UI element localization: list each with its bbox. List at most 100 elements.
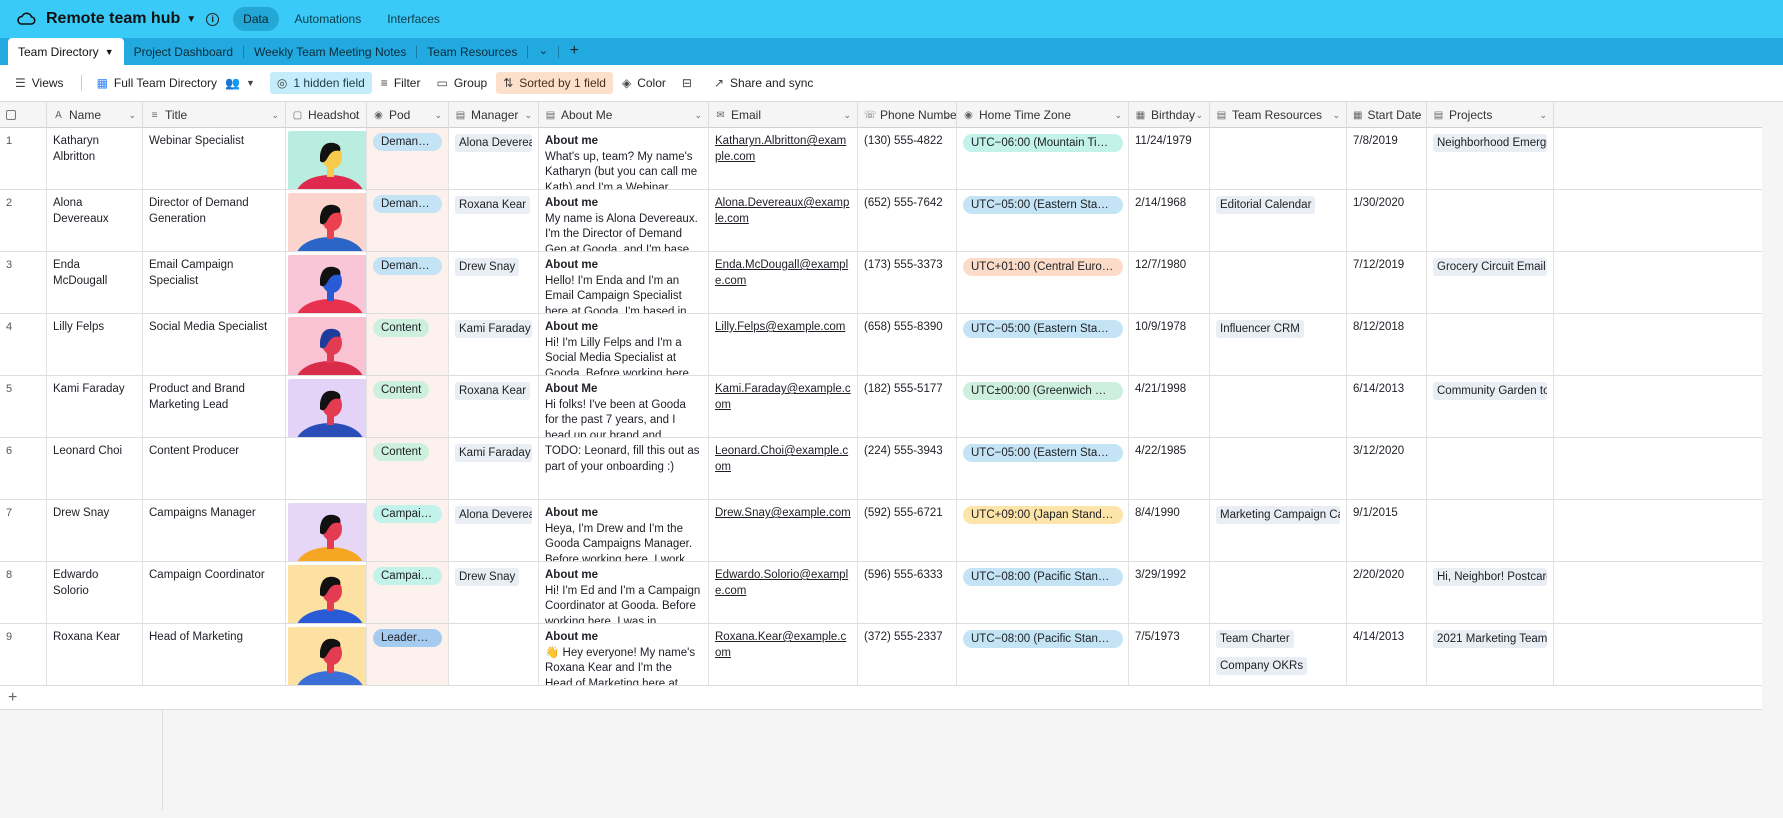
cell-about[interactable]: About me Heya, I'm Drew and I'm the Gooda… [539, 500, 709, 561]
email-link[interactable]: Katharyn.Albritton@example.com [715, 135, 846, 163]
cell-phone[interactable]: (652) 555-7642 [858, 190, 957, 251]
cell-headshot[interactable] [286, 314, 367, 375]
cell-start-date[interactable]: 8/12/2018 [1347, 314, 1427, 375]
cell-about[interactable]: TODO: Leonard, fill this out as part of … [539, 438, 709, 499]
cell-phone[interactable]: (130) 555-4822 [858, 128, 957, 189]
filter-button[interactable]: ≡ Filter [374, 72, 428, 94]
chevron-down-icon[interactable]: ▼ [105, 47, 114, 57]
cell-phone[interactable]: (592) 555-6721 [858, 500, 957, 561]
cell-pod[interactable]: Demand Gen [367, 128, 449, 189]
select-all-cell[interactable] [0, 102, 47, 128]
cell-birthday[interactable]: 12/7/1980 [1129, 252, 1210, 313]
cell-headshot[interactable] [286, 624, 367, 685]
cell-start-date[interactable]: 4/14/2013 [1347, 624, 1427, 685]
cell-name[interactable]: Katharyn Albritton [47, 128, 143, 189]
column-header-phone[interactable]: ☏ Phone Number ⌄ [858, 102, 957, 128]
row-number-cell[interactable]: 3 [0, 252, 47, 313]
info-icon[interactable]: i [206, 12, 220, 26]
cell-name[interactable]: Roxana Kear [47, 624, 143, 685]
base-name[interactable]: Remote team hub [46, 10, 180, 28]
chevron-down-icon[interactable]: ⌄ [434, 110, 442, 121]
column-header-timezone[interactable]: ◉ Home Time Zone ⌄ [957, 102, 1129, 128]
cell-start-date[interactable]: 2/20/2020 [1347, 562, 1427, 623]
email-link[interactable]: Enda.McDougall@example.com [715, 259, 848, 287]
cell-manager[interactable]: Alona Devereaux [449, 128, 539, 189]
chevron-down-icon[interactable]: ⌄ [694, 110, 702, 121]
cell-pod[interactable]: Campaigns [367, 500, 449, 561]
cell-birthday[interactable]: 10/9/1978 [1129, 314, 1210, 375]
cell-start-date[interactable]: 7/12/2019 [1347, 252, 1427, 313]
cell-phone[interactable]: (372) 555-2337 [858, 624, 957, 685]
cell-title[interactable]: Campaigns Manager [143, 500, 286, 561]
row-number-cell[interactable]: 1 [0, 128, 47, 189]
table-row[interactable]: 7 Drew Snay Campaigns Manager Campaigns Alon… [0, 500, 1762, 562]
nav-data[interactable]: Data [233, 7, 279, 31]
cell-manager[interactable]: Alona Devereaux [449, 500, 539, 561]
cell-projects[interactable] [1427, 500, 1554, 561]
cell-email[interactable]: Alona.Devereaux@example.com [709, 190, 858, 251]
column-header-title[interactable]: ≡ Title ⌄ [143, 102, 286, 128]
cell-email[interactable]: Roxana.Kear@example.com [709, 624, 858, 685]
cell-pod[interactable]: Content [367, 376, 449, 437]
headshot-thumbnail[interactable] [288, 193, 366, 251]
cell-start-date[interactable]: 7/8/2019 [1347, 128, 1427, 189]
chevron-down-icon[interactable]: ⌄ [843, 110, 851, 121]
view-switcher[interactable]: ▦ Full Team Directory 👥 ▼ [90, 72, 268, 94]
cell-headshot[interactable] [286, 500, 367, 561]
cell-projects[interactable]: Community Garden toolkit l [1427, 376, 1554, 437]
row-height-button[interactable]: ⊟ [675, 72, 705, 94]
cell-projects[interactable]: Grocery Circuit Email Drip U [1427, 252, 1554, 313]
cell-team-resources[interactable] [1210, 438, 1347, 499]
cell-manager[interactable]: Drew Snay [449, 562, 539, 623]
cell-phone[interactable]: (596) 555-6333 [858, 562, 957, 623]
cell-projects[interactable]: Hi, Neighbor! Postcard Cam [1427, 562, 1554, 623]
cell-manager[interactable]: Roxana Kear [449, 190, 539, 251]
cell-start-date[interactable]: 3/12/2020 [1347, 438, 1427, 499]
cell-projects[interactable]: Neighborhood Emergency P [1427, 128, 1554, 189]
chevron-down-icon[interactable]: ⌄ [128, 110, 136, 121]
headshot-thumbnail[interactable] [288, 379, 367, 437]
headshot-image[interactable] [288, 627, 367, 685]
chevron-down-icon[interactable]: ⌄ [942, 110, 950, 121]
headshot-image[interactable] [288, 379, 367, 437]
cell-start-date[interactable]: 6/14/2013 [1347, 376, 1427, 437]
cell-headshot[interactable] [286, 190, 367, 251]
cell-projects[interactable]: 2021 Marketing Team Vision [1427, 624, 1554, 685]
tab-team-directory[interactable]: Team Directory ▼ [8, 38, 124, 65]
cell-about[interactable]: About me What's up, team? My name's Katha… [539, 128, 709, 189]
cell-manager[interactable] [449, 624, 539, 685]
cell-about[interactable]: About Me Hi folks! I've been at Gooda for… [539, 376, 709, 437]
views-button[interactable]: ☰ Views [8, 72, 71, 94]
email-link[interactable]: Leonard.Choi@example.com [715, 445, 848, 473]
cell-timezone[interactable]: UTC−05:00 (Eastern Standard Ti... [957, 438, 1129, 499]
column-header-projects[interactable]: ▤ Projects ⌄ [1427, 102, 1554, 128]
cell-pod[interactable]: Campaigns [367, 562, 449, 623]
cell-name[interactable]: Drew Snay [47, 500, 143, 561]
cell-projects[interactable] [1427, 314, 1554, 375]
cell-name[interactable]: Kami Faraday [47, 376, 143, 437]
table-row[interactable]: 8 Edwardo Solorio Campaign Coordinator Camp… [0, 562, 1762, 624]
cell-birthday[interactable]: 8/4/1990 [1129, 500, 1210, 561]
group-button[interactable]: ▭ Group [429, 72, 494, 94]
cell-phone[interactable]: (182) 555-5177 [858, 376, 957, 437]
chevron-down-icon[interactable]: ⌄ [1195, 110, 1203, 121]
chevron-down-icon[interactable]: ⌄ [352, 110, 360, 121]
column-header-headshot[interactable]: ▢ Headshot ⌄ [286, 102, 367, 128]
cell-team-resources[interactable] [1210, 128, 1347, 189]
cell-about[interactable]: About me Hi! I'm Lilly Felps and I'm a So… [539, 314, 709, 375]
row-number-cell[interactable]: 4 [0, 314, 47, 375]
add-table-icon[interactable]: + [559, 38, 589, 65]
table-row[interactable]: 3 Enda McDougall Email Campaign Specialist… [0, 252, 1762, 314]
cell-title[interactable]: Campaign Coordinator [143, 562, 286, 623]
table-row[interactable]: 9 Roxana Kear Head of Marketing Leadership A… [0, 624, 1762, 686]
cell-birthday[interactable]: 7/5/1973 [1129, 624, 1210, 685]
table-row[interactable]: 4 Lilly Felps Social Media Specialist Conte… [0, 314, 1762, 376]
cell-about[interactable]: About me 👋 Hey everyone! My name's Roxana… [539, 624, 709, 685]
cell-manager[interactable]: Kami Faraday [449, 438, 539, 499]
cell-timezone[interactable]: UTC±00:00 (Greenwich Mean Ti... [957, 376, 1129, 437]
cell-title[interactable]: Head of Marketing [143, 624, 286, 685]
cell-pod[interactable]: Leadership [367, 624, 449, 685]
cell-timezone[interactable]: UTC−05:00 (Eastern Standard Ti... [957, 190, 1129, 251]
headshot-thumbnail[interactable] [288, 565, 366, 623]
cell-email[interactable]: Kami.Faraday@example.com [709, 376, 858, 437]
